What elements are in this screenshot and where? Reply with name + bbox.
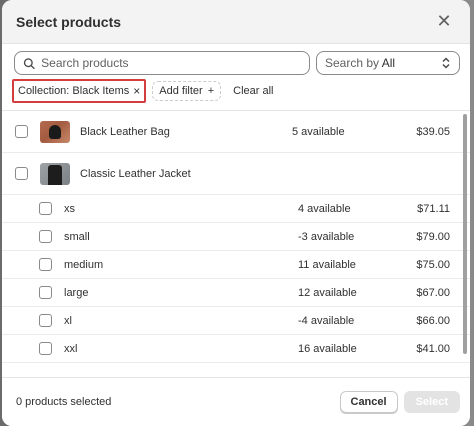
cancel-button[interactable]: Cancel xyxy=(339,391,398,413)
product-row-partial[interactable] xyxy=(2,363,470,374)
filter-row: Collection: Black Items × Add filter + C… xyxy=(12,79,460,103)
variant-checkbox[interactable] xyxy=(39,258,52,271)
variant-availability: 12 available xyxy=(298,286,357,299)
variant-price: $71.11 xyxy=(417,202,450,215)
product-availability: 5 available xyxy=(292,125,345,138)
collection-filter-label: Collection: Black Items xyxy=(18,85,130,97)
product-price: $39.05 xyxy=(416,125,450,138)
variant-price: $67.00 xyxy=(416,286,450,299)
close-icon[interactable]: ✕ xyxy=(432,10,456,34)
collection-filter-chip[interactable]: Collection: Black Items × xyxy=(16,82,142,100)
variant-price: $66.00 xyxy=(416,314,450,327)
variant-price: $79.00 xyxy=(416,230,450,243)
variant-row[interactable]: medium 11 available $75.00 xyxy=(2,251,470,279)
variant-checkbox[interactable] xyxy=(39,286,52,299)
plus-icon: + xyxy=(207,85,215,97)
variant-row[interactable]: large 12 available $67.00 xyxy=(2,279,470,307)
select-products-modal: Select products ✕ Search by All Collecti… xyxy=(2,0,470,426)
variant-row[interactable]: xs 4 available $71.11 xyxy=(2,195,470,223)
variant-checkbox[interactable] xyxy=(39,202,52,215)
variant-checkbox[interactable] xyxy=(39,230,52,243)
search-by-value: All xyxy=(381,56,396,70)
search-icon xyxy=(23,57,35,69)
chevron-up-down-icon xyxy=(442,57,450,69)
search-input[interactable] xyxy=(41,56,301,70)
product-list: Black Leather Bag 5 available $39.05 Cla… xyxy=(2,110,470,374)
filter-chip-highlight: Collection: Black Items × xyxy=(12,79,147,103)
modal-footer: 0 products selected Cancel Select xyxy=(2,377,470,426)
variant-row[interactable]: small -3 available $79.00 xyxy=(2,223,470,251)
product-thumbnail xyxy=(40,162,70,185)
product-row-black-leather-bag[interactable]: Black Leather Bag 5 available $39.05 xyxy=(2,111,470,153)
product-checkbox[interactable] xyxy=(15,167,28,180)
product-name: Classic Leather Jacket xyxy=(80,167,191,180)
variant-name: medium xyxy=(64,258,104,271)
variant-name: large xyxy=(64,286,89,299)
clear-all-button[interactable]: Clear all xyxy=(227,85,279,97)
variant-name: xl xyxy=(64,314,72,327)
variant-row[interactable]: xxl 16 available $41.00 xyxy=(2,335,470,363)
search-row: Search by All xyxy=(14,51,460,75)
variant-price: $75.00 xyxy=(416,258,450,271)
list-scrollbar[interactable] xyxy=(463,114,467,354)
variant-row[interactable]: xl -4 available $66.00 xyxy=(2,307,470,335)
variant-price: $41.00 xyxy=(416,342,450,355)
variant-name: xs xyxy=(64,202,75,215)
variant-checkbox[interactable] xyxy=(39,314,52,327)
search-by-text: Search by All xyxy=(325,56,395,70)
add-filter-label: Add filter xyxy=(159,85,203,97)
product-name: Black Leather Bag xyxy=(80,125,170,138)
search-field[interactable] xyxy=(14,51,310,75)
product-thumbnail xyxy=(40,120,70,143)
remove-filter-icon[interactable]: × xyxy=(133,84,140,98)
variant-checkbox[interactable] xyxy=(39,342,52,355)
search-by-prefix: Search by xyxy=(325,56,380,70)
selected-count: 0 products selected xyxy=(16,396,112,408)
variant-availability: -4 available xyxy=(298,314,355,327)
variant-availability: 16 available xyxy=(298,342,357,355)
variant-name: xxl xyxy=(64,342,78,355)
variant-availability: 4 available xyxy=(298,202,351,215)
search-by-select[interactable]: Search by All xyxy=(316,51,460,75)
add-filter-button[interactable]: Add filter + xyxy=(152,81,222,101)
variant-name: small xyxy=(64,230,90,243)
modal-title: Select products xyxy=(16,13,122,30)
product-row-classic-leather-jacket[interactable]: Classic Leather Jacket xyxy=(2,153,470,195)
select-button[interactable]: Select xyxy=(403,391,460,413)
modal-header: Select products ✕ xyxy=(2,0,470,44)
variant-availability: -3 available xyxy=(298,230,355,243)
variant-availability: 11 available xyxy=(298,258,356,271)
product-checkbox[interactable] xyxy=(15,125,28,138)
footer-buttons: Cancel Select xyxy=(339,391,460,413)
